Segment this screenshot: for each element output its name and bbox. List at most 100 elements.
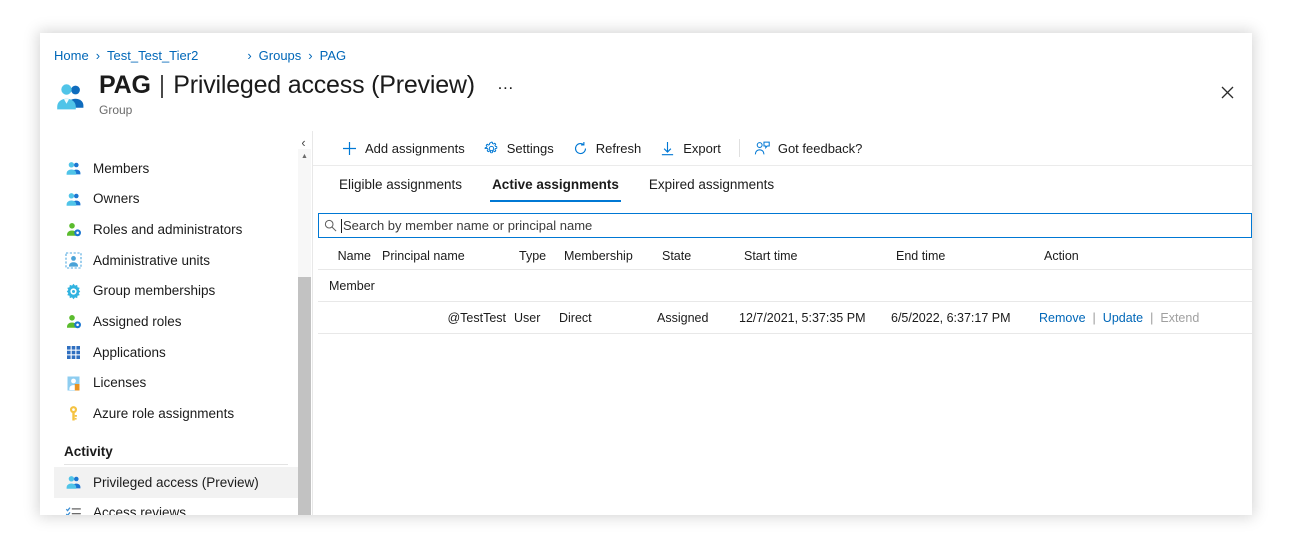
action-separator-2: | bbox=[1150, 311, 1153, 325]
got-feedback-label: Got feedback? bbox=[778, 141, 863, 156]
key-icon bbox=[64, 405, 82, 423]
cell-principal-name: @TestTest bbox=[377, 311, 514, 325]
sidebar-item-label: Roles and administrators bbox=[93, 223, 242, 237]
column-header-state[interactable]: State bbox=[662, 249, 744, 263]
breadcrumb: Home › Test_Test_Tier2 › Groups › PAG bbox=[54, 46, 346, 64]
close-blade-button[interactable] bbox=[1213, 78, 1241, 106]
sidebar-item-label: Administrative units bbox=[93, 254, 210, 268]
refresh-button[interactable]: Refresh bbox=[568, 134, 650, 162]
search-box[interactable] bbox=[318, 213, 1252, 238]
tab-active-assignments[interactable]: Active assignments bbox=[490, 166, 621, 202]
sidebar-item-owners[interactable]: Owners bbox=[54, 184, 302, 215]
column-header-action[interactable]: Action bbox=[1044, 249, 1164, 263]
tab-label: Eligible assignments bbox=[339, 177, 462, 192]
download-icon bbox=[659, 140, 676, 157]
cell-membership: Direct bbox=[559, 311, 657, 325]
search-icon bbox=[319, 219, 341, 232]
export-label: Export bbox=[683, 141, 721, 156]
table-header-row: Name Principal name Type Membership Stat… bbox=[318, 243, 1252, 270]
breadcrumb-item-home[interactable]: Home bbox=[54, 48, 89, 63]
export-button[interactable]: Export bbox=[655, 134, 729, 162]
command-bar: Add assignments Settings bbox=[313, 131, 1252, 166]
breadcrumb-item-groups[interactable]: Groups bbox=[259, 48, 302, 63]
sidebar-item-label: Members bbox=[93, 162, 149, 176]
breadcrumb-item-tenant[interactable]: Test_Test_Tier2 bbox=[107, 48, 198, 63]
sidebar-scrollbar[interactable]: ▲ bbox=[298, 149, 311, 515]
admin-units-icon bbox=[64, 251, 82, 269]
sidebar-item-applications[interactable]: Applications bbox=[54, 337, 302, 368]
sidebar-items: Members Owners bbox=[54, 153, 302, 515]
sidebar-scrollbar-thumb[interactable] bbox=[298, 277, 311, 515]
column-header-name[interactable]: Name bbox=[318, 249, 377, 263]
settings-button[interactable]: Settings bbox=[479, 134, 562, 162]
column-header-membership[interactable]: Membership bbox=[564, 249, 662, 263]
owners-icon bbox=[64, 190, 82, 208]
sidebar-item-administrative-units[interactable]: Administrative units bbox=[54, 245, 302, 276]
screenshot-root: Home › Test_Test_Tier2 › Groups › PAG bbox=[0, 0, 1290, 551]
page-title: PAG bbox=[99, 71, 151, 100]
sidebar-item-licenses[interactable]: Licenses bbox=[54, 368, 302, 399]
sidebar-item-label: Licenses bbox=[93, 376, 146, 390]
table-row[interactable]: @TestTest User Direct Assigned 12/7/2021… bbox=[318, 302, 1252, 334]
group-icon bbox=[54, 80, 88, 114]
gear-icon bbox=[483, 140, 500, 157]
sidebar: Members Owners bbox=[54, 131, 302, 515]
more-menu-icon[interactable]: … bbox=[497, 74, 516, 94]
tab-label: Expired assignments bbox=[649, 177, 774, 192]
privileged-access-icon bbox=[64, 474, 82, 492]
breadcrumb-separator-3: › bbox=[308, 48, 312, 63]
licenses-icon bbox=[64, 374, 82, 392]
update-link[interactable]: Update bbox=[1103, 311, 1143, 325]
add-assignments-label: Add assignments bbox=[365, 141, 465, 156]
refresh-icon bbox=[572, 140, 589, 157]
cell-type: User bbox=[514, 311, 559, 325]
breadcrumb-item-pag[interactable]: PAG bbox=[320, 48, 347, 63]
sidebar-item-label: Group memberships bbox=[93, 284, 215, 298]
search-input[interactable] bbox=[343, 216, 1251, 236]
sidebar-item-label: Access reviews bbox=[93, 506, 186, 515]
sidebar-item-members[interactable]: Members bbox=[54, 153, 302, 184]
azure-blade-panel: Home › Test_Test_Tier2 › Groups › PAG bbox=[40, 33, 1252, 515]
sidebar-section-activity: Activity bbox=[54, 440, 302, 462]
table-group-label: Member bbox=[329, 279, 375, 293]
column-header-start-time[interactable]: Start time bbox=[744, 249, 896, 263]
text-cursor bbox=[341, 219, 342, 233]
sidebar-item-access-reviews[interactable]: Access reviews bbox=[54, 498, 302, 515]
blade-title-line: PAG | Privileged access (Preview) … bbox=[99, 71, 515, 105]
breadcrumb-separator-2: › bbox=[247, 48, 251, 63]
assigned-roles-icon bbox=[64, 313, 82, 331]
sidebar-item-assigned-roles[interactable]: Assigned roles bbox=[54, 306, 302, 337]
sidebar-item-azure-role-assignments[interactable]: Azure role assignments bbox=[54, 399, 302, 430]
members-icon bbox=[64, 159, 82, 177]
sidebar-item-roles-and-administrators[interactable]: Roles and administrators bbox=[54, 214, 302, 245]
tab-expired-assignments[interactable]: Expired assignments bbox=[647, 166, 776, 202]
assignments-table: Name Principal name Type Membership Stat… bbox=[318, 243, 1252, 515]
extend-link: Extend bbox=[1160, 311, 1199, 325]
refresh-label: Refresh bbox=[596, 141, 642, 156]
column-header-end-time[interactable]: End time bbox=[896, 249, 1044, 263]
table-group-row: Member bbox=[318, 270, 1252, 302]
sidebar-item-label: Privileged access (Preview) bbox=[93, 476, 259, 490]
feedback-icon bbox=[754, 140, 771, 157]
sidebar-item-label: Assigned roles bbox=[93, 315, 182, 329]
sidebar-item-privileged-access[interactable]: Privileged access (Preview) bbox=[54, 467, 302, 498]
command-bar-divider bbox=[739, 139, 740, 157]
content-area: Add assignments Settings bbox=[313, 131, 1252, 515]
column-header-principal-name[interactable]: Principal name bbox=[377, 249, 519, 263]
sidebar-section-divider bbox=[64, 464, 288, 465]
blade-title-texts: PAG | Privileged access (Preview) … Grou… bbox=[99, 71, 515, 117]
access-reviews-icon bbox=[64, 504, 82, 515]
tab-eligible-assignments[interactable]: Eligible assignments bbox=[337, 166, 464, 202]
sidebar-item-label: Applications bbox=[93, 346, 166, 360]
sidebar-item-label: Azure role assignments bbox=[93, 407, 234, 421]
tab-bar: Eligible assignments Active assignments … bbox=[313, 166, 1252, 206]
action-separator: | bbox=[1093, 311, 1096, 325]
remove-link[interactable]: Remove bbox=[1039, 311, 1086, 325]
sidebar-item-group-memberships[interactable]: Group memberships bbox=[54, 276, 302, 307]
got-feedback-button[interactable]: Got feedback? bbox=[750, 134, 871, 162]
breadcrumb-separator: › bbox=[96, 48, 100, 63]
scroll-up-icon[interactable]: ▲ bbox=[298, 149, 311, 163]
cell-state: Assigned bbox=[657, 311, 739, 325]
column-header-type[interactable]: Type bbox=[519, 249, 564, 263]
add-assignments-button[interactable]: Add assignments bbox=[337, 134, 473, 162]
